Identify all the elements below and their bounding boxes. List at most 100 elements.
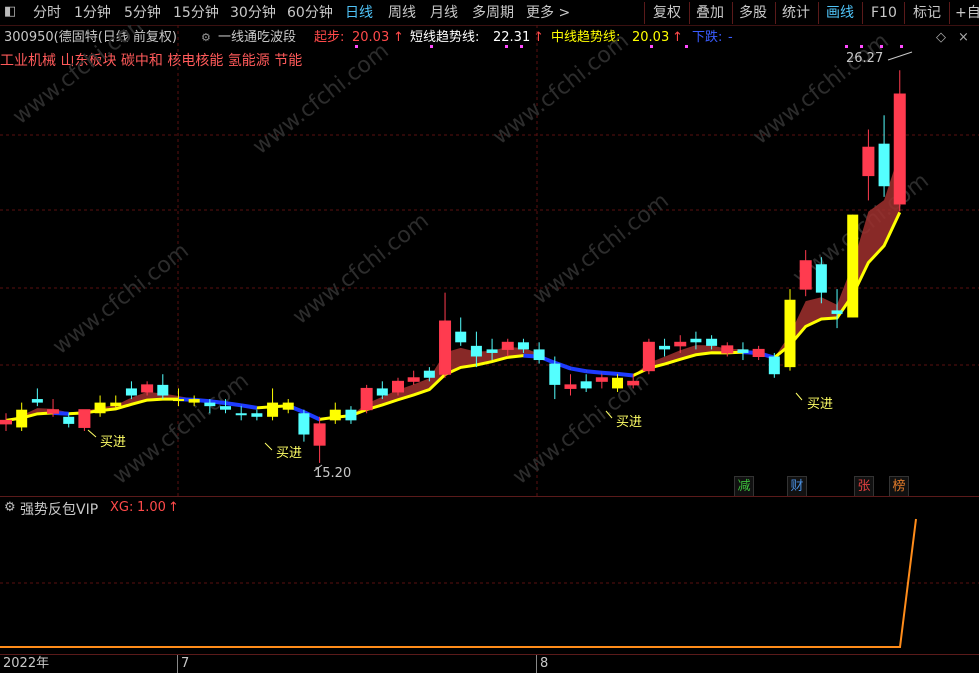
period-tab[interactable]: 月线	[430, 3, 458, 23]
candle	[642, 338, 655, 375]
candle-body	[63, 416, 75, 424]
watermark-text: www.cfchi.com	[248, 38, 393, 159]
toolbar-divider	[818, 2, 819, 24]
candle-body	[220, 406, 232, 410]
candle-body	[423, 370, 435, 378]
candle	[862, 129, 875, 201]
f10-button[interactable]: F10	[871, 3, 897, 23]
candle-body	[329, 409, 341, 421]
down-trend-segment	[570, 366, 587, 374]
candle-body	[47, 409, 60, 414]
badge-reduce[interactable]: 减	[734, 476, 754, 497]
candle	[282, 399, 294, 414]
candle	[251, 409, 263, 421]
candle-body	[125, 388, 137, 396]
candle-body	[157, 384, 169, 396]
period-tab[interactable]: 5分钟	[124, 3, 161, 23]
draw-line-button[interactable]: 画线	[826, 3, 854, 23]
overlay-button[interactable]: 叠加	[696, 3, 724, 23]
watermark-text: www.cfchi.com	[108, 368, 253, 489]
xg-signal-chart	[0, 518, 979, 648]
badge-finance[interactable]: 财	[787, 476, 807, 497]
candle	[455, 317, 467, 346]
candle-body	[16, 409, 28, 428]
candle-body	[564, 384, 577, 389]
candle-body	[674, 341, 687, 347]
candle	[16, 402, 28, 431]
period-tab[interactable]: 30分钟	[230, 3, 276, 23]
candle-body	[141, 384, 154, 393]
menu-icon[interactable]: ◧	[4, 4, 16, 19]
period-tab-active[interactable]: 日线	[345, 3, 373, 23]
candle-body	[360, 387, 373, 411]
more-menu[interactable]: 更多 >	[526, 3, 570, 23]
signal-dot	[900, 45, 903, 48]
candle-body	[768, 356, 780, 375]
candle-body	[659, 345, 671, 350]
down-trend-segment	[585, 369, 603, 375]
candle-body	[31, 399, 43, 403]
watermark-text: www.cfchi.com	[528, 188, 673, 309]
period-tab[interactable]: 60分钟	[287, 3, 333, 23]
buy-signal-arrow	[264, 442, 273, 451]
candle-body	[392, 380, 404, 393]
badge-limit-up[interactable]: 张	[854, 476, 874, 497]
candle	[345, 406, 357, 424]
buy-signal-label: 买进	[616, 415, 643, 430]
adjust-button[interactable]: 复权	[653, 3, 681, 23]
candle	[329, 402, 341, 424]
candle	[157, 374, 169, 400]
candle-body	[706, 338, 718, 346]
toolbar-divider	[644, 2, 645, 24]
candle-body	[533, 349, 545, 361]
date-axis: 2022年 7 8	[0, 654, 979, 673]
multi-stock-button[interactable]: 多股	[739, 3, 767, 23]
candle-body	[486, 349, 498, 353]
candle	[407, 370, 420, 385]
period-tab[interactable]: 15分钟	[173, 3, 219, 23]
signal-dot	[650, 45, 653, 48]
candle-body	[298, 413, 310, 435]
candle	[533, 342, 545, 364]
candle-body	[893, 93, 906, 205]
candle-body	[251, 413, 263, 417]
candle	[847, 214, 859, 318]
candle	[893, 70, 906, 212]
period-tab[interactable]: 分时	[33, 3, 61, 23]
candle-body	[94, 402, 106, 414]
candle-body	[878, 143, 890, 187]
candle	[659, 338, 671, 357]
toolbar-divider	[949, 2, 950, 24]
period-tab[interactable]: 1分钟	[74, 3, 111, 23]
kline-chart[interactable]: www.cfchi.com www.cfchi.com www.cfchi.com w…	[0, 25, 979, 496]
candle-body	[580, 381, 592, 389]
buy-signal-arrow	[87, 429, 97, 438]
buy-signal-label: 买进	[807, 397, 834, 412]
candle-body	[282, 402, 294, 410]
period-tab[interactable]: 周线	[388, 3, 416, 23]
candle	[313, 416, 326, 463]
multi-period-tab[interactable]: 多周期	[472, 3, 514, 23]
candle-body	[612, 377, 624, 389]
watermark-text: www.cfchi.com	[488, 28, 633, 149]
candle-body	[407, 377, 420, 382]
custom-button[interactable]: +自	[955, 3, 979, 23]
mark-button[interactable]: 标记	[913, 3, 941, 23]
signal-dot	[505, 45, 508, 48]
candle-body	[627, 380, 640, 386]
candle-body	[549, 363, 561, 385]
watermark-text: www.cfchi.com	[8, 25, 153, 130]
stats-button[interactable]: 统计	[782, 3, 810, 23]
candle-body	[172, 399, 184, 402]
candle-body	[267, 402, 279, 417]
badge-ranking[interactable]: 榜	[889, 476, 909, 497]
signal-dot	[860, 45, 863, 48]
toolbar-divider	[775, 2, 776, 24]
candle-body	[642, 341, 655, 372]
candle-body	[752, 348, 765, 357]
candle-body	[204, 402, 216, 407]
toolbar-divider	[689, 2, 690, 24]
candle-body	[501, 341, 514, 350]
candle	[298, 409, 310, 442]
date-label: 7	[177, 655, 189, 673]
